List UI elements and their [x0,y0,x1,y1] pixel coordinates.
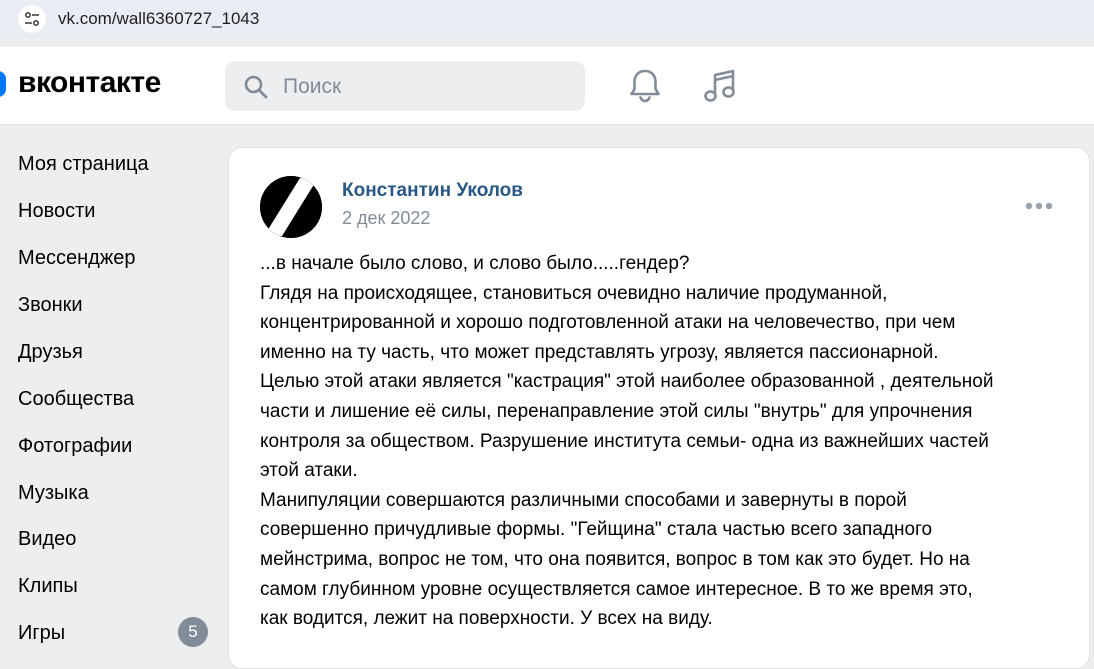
address-field[interactable]: vk.com/wall6360727_1043 [0,0,1094,38]
post-text-line: контроля за обществом. Разрушение инстит… [260,430,989,452]
sidebar-item-clips[interactable]: Клипы [18,575,78,598]
post-text-line: Манипуляции совершаются различными спосо… [260,489,907,511]
post-date[interactable]: 2 дек 2022 [342,208,430,229]
site-header: вконтакте [0,47,1094,125]
sidebar-item-news[interactable]: Новости [18,200,95,223]
post-text-line: этой атаки. [260,460,358,482]
url-text[interactable]: vk.com/wall6360727_1043 [58,9,259,29]
sidebar-item-calls[interactable]: Звонки [18,294,83,317]
vk-logo-text[interactable]: вконтакте [18,66,161,100]
wall-post-card: Константин Уколов 2 дек 2022 ...в начале… [228,147,1090,669]
browser-address-bar: vk.com/wall6360727_1043 [0,0,1094,38]
more-options-icon[interactable] [1024,200,1054,212]
post-text-line: части и лишение её силы, перенаправление… [260,400,973,422]
search-input[interactable] [281,61,575,113]
site-info-icon[interactable] [18,5,46,33]
games-count-badge: 5 [178,617,208,647]
sidebar-item-photos[interactable]: Фотографии [18,435,132,458]
sidebar-item-my-page[interactable]: Моя страница [18,153,149,176]
post-text-line: ...в начале было слово, и слово было....… [260,253,690,274]
post-text-line: совершенно причудливые формы. "Гейщина" … [260,519,933,541]
post-text-line: Глядя на происходящее, становиться очеви… [260,282,888,304]
avatar-slash-logo-icon [260,176,322,238]
sidebar-item-games[interactable]: Игры [18,622,65,645]
post-text-line: как водится, лежит на поверхности. У все… [260,608,713,630]
sidebar-item-friends[interactable]: Друзья [18,341,83,364]
vk-logo-icon[interactable] [0,71,6,97]
post-author-name[interactable]: Константин Уколов [342,180,523,202]
music-note-icon[interactable] [703,68,737,104]
post-text-line: Целью этой атаки является "кастрация" эт… [260,371,994,393]
sidebar-item-video[interactable]: Видео [18,528,76,551]
sidebar-item-messenger[interactable]: Мессенджер [18,247,135,270]
post-text-line: именно на ту часть, что может представля… [260,341,939,363]
search-box[interactable] [225,61,585,113]
search-icon [244,75,268,99]
post-text-line: концентрированной и хорошо подготовленно… [260,312,956,334]
post-text-line: мейнстрима, вопрос не том, что она появи… [260,548,970,570]
sidebar-item-music[interactable]: Музыка [18,482,89,505]
post-text: ...в начале было слово, и слово было....… [260,249,1070,634]
post-text-line: самом глубинном уровне осуществляется са… [260,578,973,600]
author-avatar[interactable] [260,176,322,238]
sidebar-item-communities[interactable]: Сообщества [18,388,134,411]
notifications-bell-icon[interactable] [628,68,662,104]
